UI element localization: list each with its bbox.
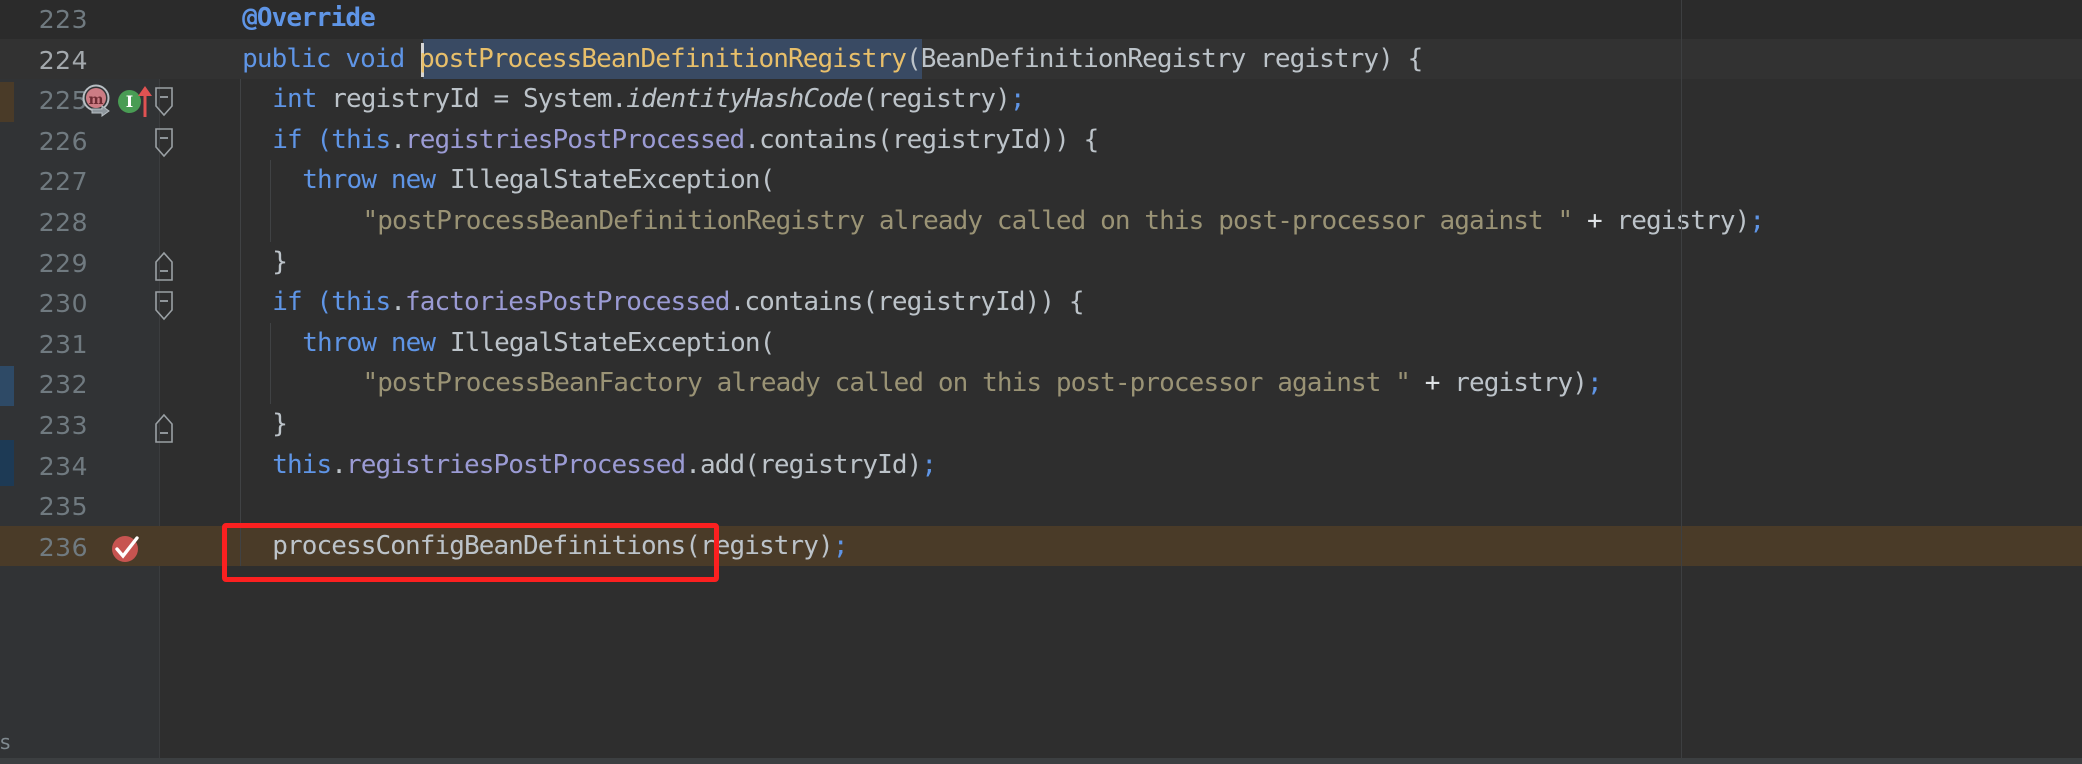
line-number: 230 [38, 289, 88, 319]
fold-marker-226[interactable] [152, 127, 174, 158]
code-token: "postProcessBeanFactory already called o… [362, 368, 1411, 399]
code-token: factoriesPostProcessed [404, 287, 730, 318]
fold-end-icon [155, 413, 173, 443]
code-token: + [1410, 368, 1455, 399]
code-token: "postProcessBeanDefinitionRegistry alrea… [362, 206, 1574, 236]
indent-guide-level-1 [240, 79, 242, 567]
code-token: ; [832, 530, 849, 561]
code-token: (registry) [862, 84, 1010, 115]
code-editor-viewport[interactable]: 223 @Override 224 public void postProcessBe… [0, 0, 2082, 764]
code-token: BeanDefinitionRegistry registry [920, 43, 1379, 74]
code-token: throw new [302, 327, 450, 358]
line-number: 235 [38, 492, 88, 522]
code-line-text[interactable]: } [272, 246, 288, 277]
code-token: IllegalStateException( [449, 165, 775, 196]
code-line-row[interactable] [0, 485, 2082, 526]
fold-marker-224[interactable] [152, 86, 174, 117]
code-token: .contains(registryId)) { [744, 124, 1099, 155]
bottom-border [0, 758, 2082, 764]
code-token: ; [1009, 84, 1026, 115]
svg-text:m: m [89, 92, 104, 108]
code-token: registryId = System. [331, 84, 627, 115]
code-token: . [390, 287, 406, 318]
fold-marker-230[interactable] [152, 290, 174, 321]
breakpoint-icon [112, 536, 139, 562]
code-token: ; [921, 449, 937, 480]
breakpoint-verified[interactable] [110, 532, 142, 564]
code-token: registry) [1616, 206, 1751, 236]
line-number: 227 [38, 167, 88, 197]
line-number: 232 [38, 370, 88, 400]
code-token: if ( [272, 287, 332, 318]
override-method-icon: m [82, 84, 110, 117]
fold-marker-229[interactable] [152, 250, 174, 281]
code-token: } [272, 409, 288, 439]
indent-guide-level-2b [270, 322, 272, 404]
code-line-text[interactable]: } [272, 409, 288, 439]
code-line-text[interactable]: if (this.factoriesPostProcessed.contains… [272, 287, 1085, 318]
code-token: public void [242, 43, 420, 74]
code-token: ) { [1378, 43, 1423, 74]
code-token: @Override [242, 3, 376, 33]
code-token: } [272, 246, 288, 277]
code-line-text[interactable]: "postProcessBeanDefinitionRegistry alrea… [363, 206, 1765, 236]
code-line-row[interactable] [0, 404, 2082, 445]
code-token: registry) [1454, 368, 1588, 399]
code-token: ( [906, 43, 922, 74]
code-token: int [272, 84, 332, 115]
edge-partial-label: s [0, 730, 11, 754]
collapse-minus-icon [155, 128, 173, 158]
code-line-text[interactable]: if (this.registriesPostProcessed.contain… [272, 124, 1099, 155]
code-token: .contains(registryId)) { [729, 287, 1085, 318]
code-token: if ( [272, 124, 332, 155]
code-line-text[interactable]: processConfigBeanDefinitions(registry); [272, 530, 849, 561]
code-token: this [272, 449, 332, 480]
code-token: .add(registryId) [685, 449, 922, 480]
collapse-minus-icon [155, 87, 173, 117]
code-line-row[interactable] [0, 242, 2082, 283]
code-line-text[interactable]: throw new IllegalStateException( [302, 327, 775, 358]
code-token: ; [1749, 206, 1765, 236]
code-token: . [390, 124, 406, 155]
line-number: 228 [38, 208, 88, 237]
line-number: 236 [38, 532, 88, 562]
code-token: this [331, 124, 391, 155]
code-token: IllegalStateException( [449, 327, 775, 358]
line-number: 223 [38, 5, 88, 34]
code-token: . [331, 449, 347, 480]
fold-end-icon [155, 251, 173, 281]
line-number: 225 [38, 86, 88, 116]
code-line-text[interactable]: int registryId = System.identityHashCode… [272, 84, 1026, 115]
line-number: 226 [38, 126, 88, 156]
code-line-text[interactable]: @Override [242, 3, 376, 33]
line-number: 224 [38, 45, 88, 75]
line-number: 229 [38, 248, 88, 278]
code-token: registriesPostProcessed [345, 449, 686, 480]
collapse-minus-icon [155, 291, 173, 321]
code-token: registriesPostProcessed [404, 124, 745, 155]
code-line-text[interactable]: this.registriesPostProcessed.add(registr… [272, 449, 937, 480]
code-token: + [1572, 206, 1617, 236]
code-token: postProcessBeanDefinitionRegistry [419, 43, 907, 74]
code-line-text[interactable]: public void postProcessBeanDefinitionReg… [242, 43, 1423, 74]
line-number: 233 [38, 411, 88, 440]
indent-guide-level-2a [270, 160, 272, 242]
implemented-method-marker[interactable]: I [118, 84, 154, 118]
code-line-text[interactable]: throw new IllegalStateException( [302, 165, 775, 196]
fold-marker-233[interactable] [152, 412, 174, 443]
override-method-marker[interactable]: m [80, 84, 114, 118]
code-line-text[interactable]: "postProcessBeanFactory already called o… [362, 368, 1603, 399]
right-margin-guide [1681, 0, 1682, 764]
code-token: processConfigBeanDefinitions(registry) [272, 530, 834, 561]
code-token: this [331, 287, 391, 318]
code-token: ; [1587, 368, 1603, 399]
line-number: 231 [38, 329, 88, 359]
code-token: identityHashCode [626, 84, 863, 115]
code-token: throw new [302, 165, 450, 196]
line-number: 234 [38, 451, 88, 481]
